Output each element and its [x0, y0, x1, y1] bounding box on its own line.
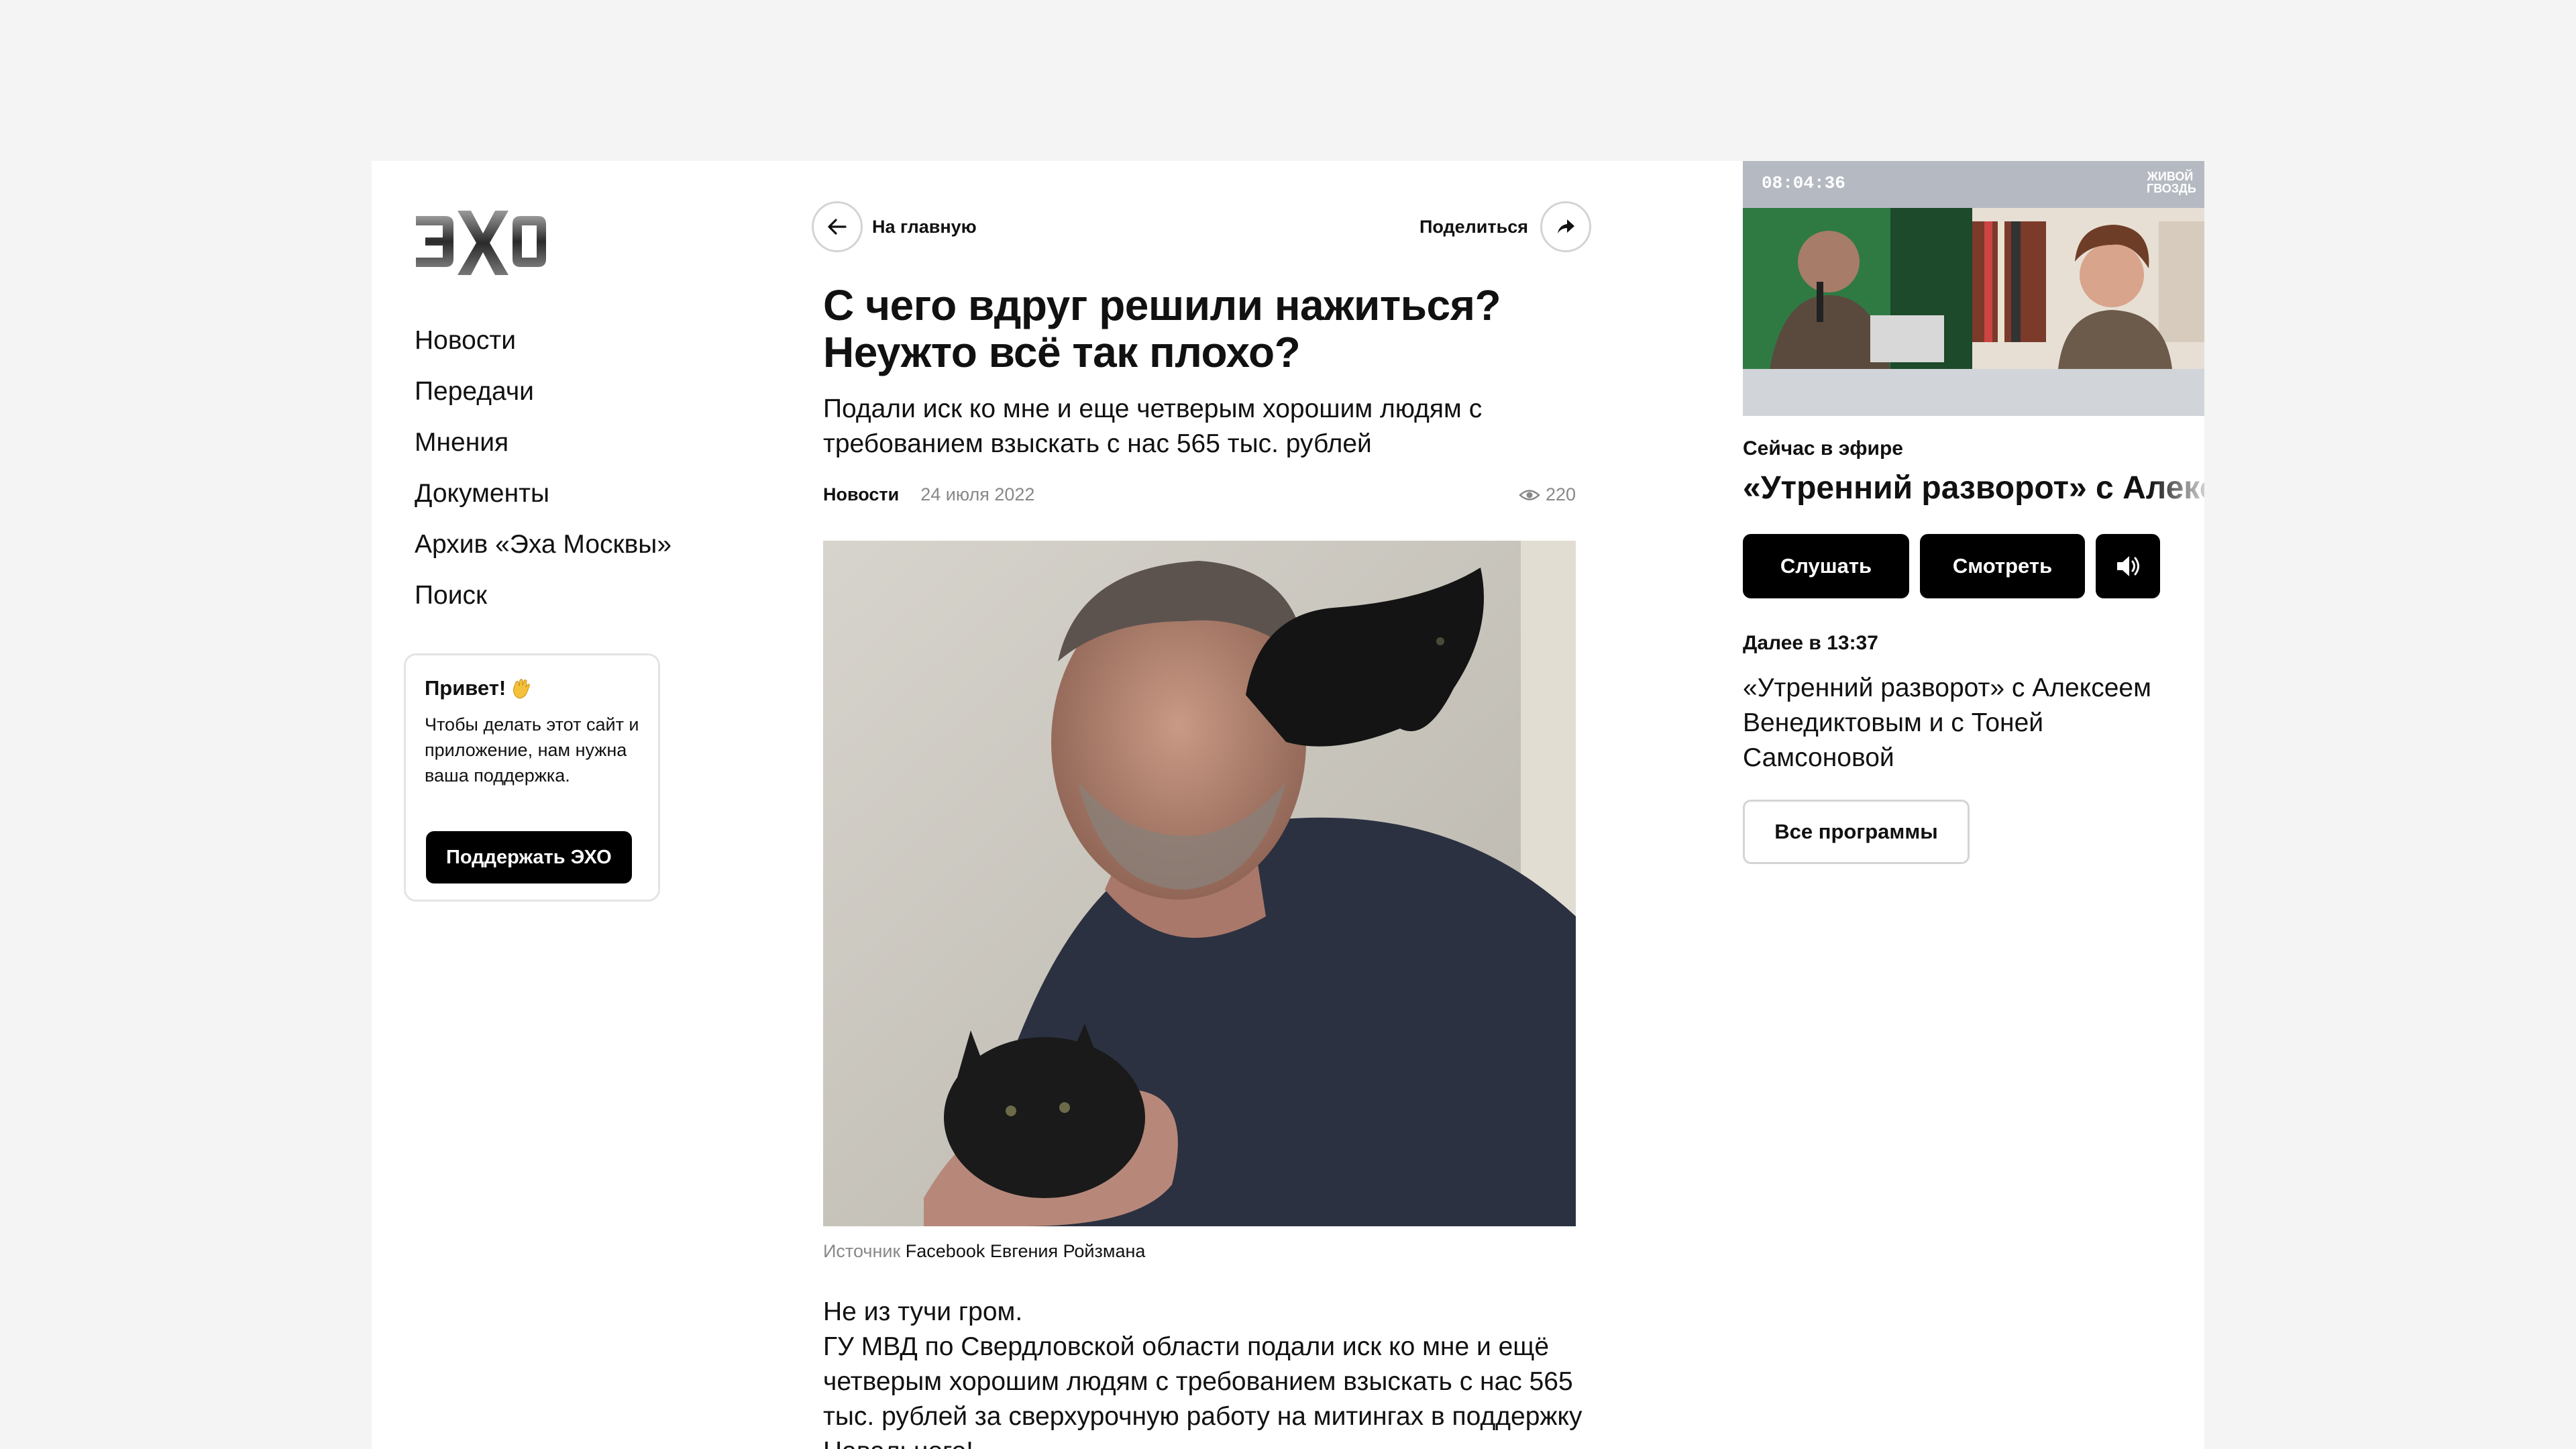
- back-button[interactable]: [812, 201, 863, 252]
- listen-button[interactable]: Слушать: [1743, 534, 1909, 598]
- support-text: Чтобы делать этот сайт и приложение, нам…: [425, 714, 639, 786]
- next-up-title[interactable]: «Утренний разворот» с Алексеем Венедикто…: [1743, 671, 2172, 775]
- arrow-left-icon: [828, 219, 847, 235]
- nav-item-shows[interactable]: Передачи: [415, 366, 672, 417]
- article-body: Не из тучи гром. ГУ МВД по Свердловской …: [823, 1295, 1595, 1449]
- live-video-player[interactable]: 08:04:36 ЖИВОЙ ГВОЗДЬ: [1743, 161, 2204, 416]
- nav-item-archive[interactable]: Архив «Эха Москвы»: [415, 519, 672, 570]
- support-title: Привет!: [425, 676, 506, 700]
- main-nav: Новости Передачи Мнения Документы Архив …: [415, 315, 672, 621]
- view-count-value: 220: [1545, 484, 1576, 504]
- live-video-frame: [1743, 161, 2204, 416]
- photo-man-with-kittens: [823, 541, 1576, 1226]
- all-programs-button[interactable]: Все программы: [1743, 800, 1970, 864]
- video-timer: 08:04:36: [1762, 173, 1845, 193]
- next-up-label: Далее в 13:37: [1743, 632, 1878, 654]
- share-arrow-icon: [1558, 219, 1574, 233]
- share-label[interactable]: Поделиться: [1419, 217, 1528, 237]
- article-category[interactable]: Новости: [823, 484, 899, 505]
- body-paragraph: Не из тучи гром.: [823, 1297, 1023, 1326]
- live-badge: ЖИВОЙ ГВОЗДЬ: [2147, 170, 2196, 195]
- view-count: 220: [1519, 484, 1576, 505]
- article-title: С чего вдруг решили нажиться? Неужто всё…: [823, 281, 1501, 376]
- share-link[interactable]: Поделиться: [1419, 201, 1591, 252]
- on-air-title[interactable]: «Утренний разворот» с Алексеем Венедикто…: [1743, 470, 2204, 506]
- nav-item-documents[interactable]: Документы: [415, 468, 672, 519]
- support-title-row: Привет!: [425, 674, 639, 702]
- watch-button[interactable]: Смотреть: [1920, 534, 2085, 598]
- back-label[interactable]: На главную: [872, 217, 977, 237]
- article-photo[interactable]: [823, 541, 1576, 1226]
- caption-prefix: Источник: [823, 1241, 901, 1261]
- player-controls: Слушать Смотреть: [1743, 534, 2160, 598]
- article-date: 24 июля 2022: [920, 484, 1035, 504]
- waving-hand-icon: [510, 677, 533, 700]
- logo-mark: [416, 211, 546, 275]
- echo-logo[interactable]: [413, 201, 547, 282]
- support-button[interactable]: Поддержать ЭХО: [426, 831, 632, 883]
- nav-item-opinions[interactable]: Мнения: [415, 417, 672, 468]
- support-card: Привет! Чтобы делать этот сайт и приложе…: [404, 653, 660, 902]
- body-paragraph: ГУ МВД по Свердловской области подали ис…: [823, 1332, 1582, 1449]
- share-button[interactable]: [1540, 201, 1591, 252]
- nav-item-news[interactable]: Новости: [415, 315, 672, 366]
- caption-source[interactable]: Facebook Евгения Ройзмана: [906, 1241, 1146, 1261]
- eye-icon: [1519, 489, 1540, 500]
- back-to-home-link[interactable]: На главную: [812, 201, 977, 252]
- volume-button[interactable]: [2096, 534, 2160, 598]
- article-subtitle: Подали иск ко мне и еще четверым хорошим…: [823, 394, 1483, 458]
- page-container: Новости Передачи Мнения Документы Архив …: [372, 161, 2204, 1449]
- article-meta: Новости 24 июля 2022 220: [823, 484, 1576, 505]
- photo-caption: Источник Facebook Евгения Ройзмана: [823, 1241, 1145, 1262]
- nav-item-search[interactable]: Поиск: [415, 570, 672, 621]
- speaker-icon: [2117, 556, 2139, 576]
- on-air-label: Сейчас в эфире: [1743, 437, 1903, 460]
